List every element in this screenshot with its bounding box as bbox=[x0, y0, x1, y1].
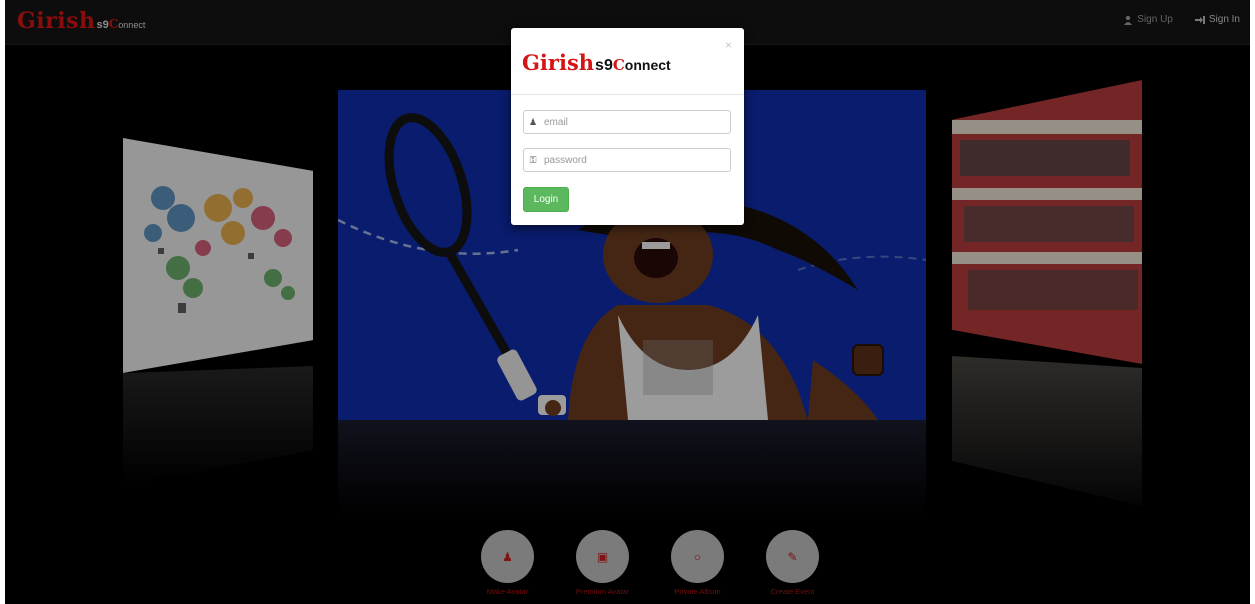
modal-logo-main: Girish bbox=[522, 50, 595, 75]
password-input[interactable] bbox=[542, 153, 726, 167]
modal-logo: Girish s9 C onnect bbox=[522, 50, 671, 75]
close-icon[interactable]: × bbox=[725, 38, 732, 52]
modal-logo-s9: s9 bbox=[595, 57, 613, 74]
login-button[interactable]: Login bbox=[523, 187, 569, 212]
key-icon: ⚿ bbox=[529, 154, 537, 165]
login-modal: Girish s9 C onnect × ♟ ⚿ Login bbox=[511, 28, 744, 225]
user-icon: ♟ bbox=[528, 116, 538, 127]
email-field: ♟ bbox=[523, 110, 731, 134]
app-window: Girish s9 C onnect Sign Up Sign In ♟ Mak… bbox=[5, 0, 1250, 604]
modal-logo-rest: onnect bbox=[624, 57, 671, 73]
modal-logo-c: C bbox=[612, 56, 625, 74]
password-field: ⚿ bbox=[523, 148, 731, 172]
modal-header: Girish s9 C onnect × bbox=[511, 28, 744, 95]
email-input[interactable] bbox=[542, 115, 726, 129]
